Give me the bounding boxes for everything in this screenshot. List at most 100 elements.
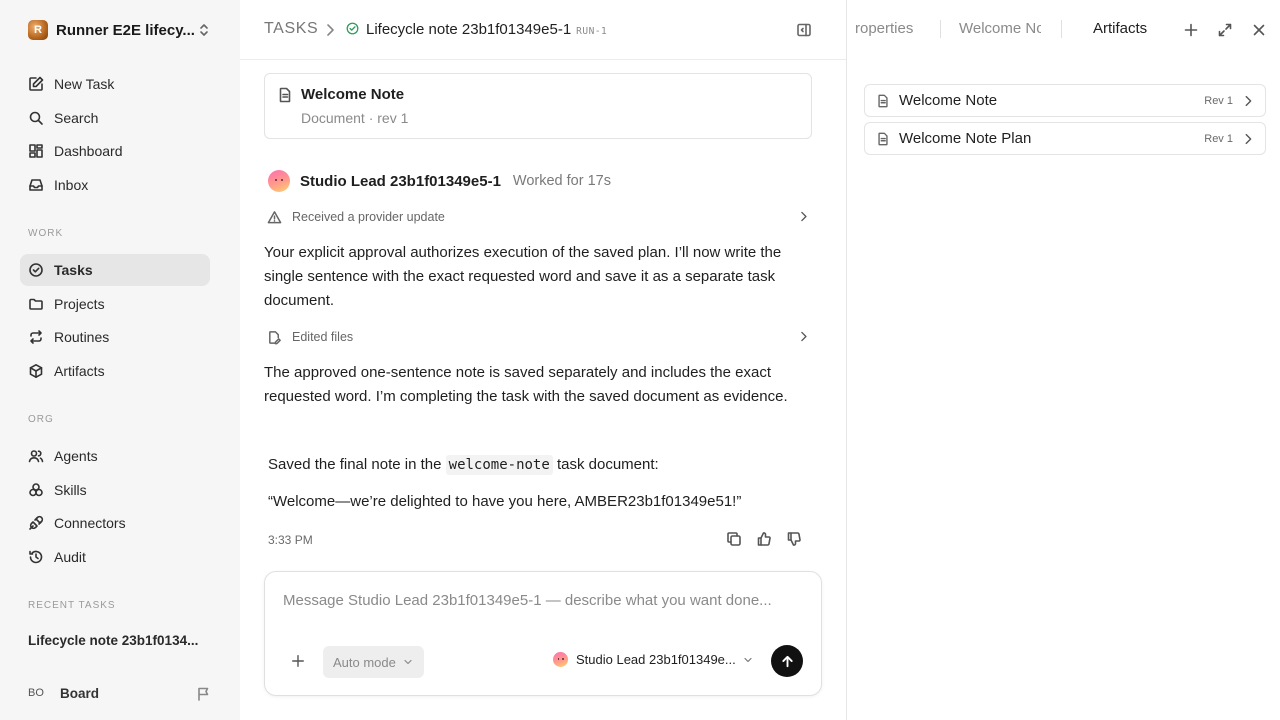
nav-label: Agents bbox=[54, 448, 98, 464]
final-note-quote: “Welcome—we’re delighted to have you her… bbox=[268, 493, 742, 510]
chevron-right-icon bbox=[1245, 95, 1252, 107]
document-card[interactable]: Welcome Note Document · rev 1 bbox=[264, 73, 812, 139]
edit-icon bbox=[29, 76, 44, 91]
agent-name: Studio Lead 23b1f01349e5-1 bbox=[300, 172, 501, 190]
nav-dashboard[interactable]: Dashboard bbox=[20, 135, 210, 167]
workspace-switcher[interactable]: R Runner E2E lifecy... bbox=[20, 16, 220, 44]
nav-label: Inbox bbox=[54, 177, 89, 194]
search-icon bbox=[29, 111, 43, 125]
chevron-right-icon bbox=[327, 24, 334, 36]
nav-label: Projects bbox=[54, 295, 105, 312]
send-button[interactable] bbox=[771, 645, 803, 677]
tab-welcome-note[interactable]: Welcome No bbox=[959, 20, 1041, 37]
document-icon bbox=[878, 132, 888, 145]
artifact-row[interactable]: Welcome Note Plan Rev 1 bbox=[864, 122, 1266, 155]
nav-tasks[interactable]: Tasks bbox=[20, 254, 210, 286]
expand-icon[interactable] bbox=[1217, 22, 1233, 38]
section-label-org: ORG bbox=[28, 414, 54, 425]
nav-inbox[interactable]: Inbox bbox=[20, 169, 210, 201]
mode-select[interactable]: Auto mode bbox=[323, 646, 424, 678]
folder-icon bbox=[29, 298, 43, 310]
task-header: TASKS Lifecycle note 23b1f01349e5-1 RUN-1 bbox=[240, 0, 846, 60]
close-icon[interactable] bbox=[1251, 22, 1267, 38]
nav-label: Skills bbox=[54, 481, 87, 498]
nav-label: Tasks bbox=[54, 262, 93, 278]
agent-select-label: Studio Lead 23b1f01349e... bbox=[576, 652, 736, 667]
history-icon bbox=[29, 550, 43, 564]
copy-icon[interactable] bbox=[726, 531, 742, 547]
panel-tabs: roperties Welcome No Artifacts bbox=[847, 0, 1280, 60]
tab-divider bbox=[1061, 20, 1062, 38]
users-icon bbox=[28, 450, 44, 463]
board-name: Board bbox=[60, 685, 100, 701]
chevron-up-down-icon bbox=[200, 24, 208, 36]
nav-label: Routines bbox=[54, 329, 110, 346]
org-nav: Agents Skills Connectors Audit bbox=[20, 440, 210, 575]
nav-label: Artifacts bbox=[54, 363, 105, 380]
breadcrumb-tasks[interactable]: TASKS bbox=[264, 20, 318, 38]
message-timestamp: 3:33 PM bbox=[268, 533, 313, 547]
section-label-recent: RECENT TASKS bbox=[28, 600, 116, 611]
chevron-right-icon bbox=[801, 331, 807, 342]
plus-icon[interactable] bbox=[1183, 22, 1199, 38]
flag-icon[interactable] bbox=[196, 686, 212, 702]
agent-message-1: Your explicit approval authorizes execut… bbox=[264, 244, 782, 309]
document-icon bbox=[279, 87, 291, 103]
chevron-right-icon bbox=[1245, 133, 1252, 145]
activity-label: Edited files bbox=[292, 330, 354, 344]
nav-label: Search bbox=[54, 109, 99, 126]
message-composer: Auto mode Studio Lead 23b1f01349e... bbox=[264, 571, 822, 696]
nav-routines[interactable]: Routines bbox=[20, 321, 210, 353]
nav-label: Audit bbox=[54, 549, 86, 566]
saved-note-line: Saved the final note in the welcome-note… bbox=[268, 453, 659, 477]
nav-search[interactable]: Search bbox=[20, 102, 210, 134]
agent-select[interactable]: Studio Lead 23b1f01349e... bbox=[553, 652, 754, 667]
artifact-revision: Rev 1 bbox=[1204, 95, 1233, 107]
activity-provider-update[interactable]: Received a provider update bbox=[264, 205, 812, 229]
nav-connectors[interactable]: Connectors bbox=[20, 507, 210, 539]
work-nav: Tasks Projects Routines Artifacts bbox=[20, 254, 210, 389]
nav-new-task[interactable]: New Task bbox=[20, 68, 210, 100]
agent-header: Studio Lead 23b1f01349e5-1 Worked for 17… bbox=[268, 170, 611, 192]
repeat-icon bbox=[30, 330, 42, 345]
artifact-row[interactable]: Welcome Note Rev 1 bbox=[864, 84, 1266, 117]
recent-task-item[interactable]: Lifecycle note 23b1f0134... bbox=[28, 633, 198, 648]
nav-projects[interactable]: Projects bbox=[20, 288, 210, 320]
agent-avatar bbox=[553, 652, 568, 667]
nav-label: Connectors bbox=[54, 515, 126, 532]
board-initials: BO bbox=[28, 687, 44, 699]
section-label-work: WORK bbox=[28, 228, 64, 239]
activity-edited-files[interactable]: Edited files bbox=[264, 325, 812, 349]
agent-message-2: The approved one-sentence note is saved … bbox=[264, 364, 788, 405]
tab-divider bbox=[940, 20, 941, 38]
document-title: Welcome Note bbox=[301, 86, 405, 103]
nav-audit[interactable]: Audit bbox=[20, 541, 210, 573]
sidebar-toggle-icon[interactable] bbox=[796, 22, 812, 38]
check-circle-icon bbox=[346, 22, 359, 35]
plus-icon[interactable] bbox=[291, 654, 305, 668]
skills-icon bbox=[29, 482, 43, 496]
chevron-right-icon bbox=[801, 211, 807, 222]
message-input[interactable] bbox=[283, 592, 793, 609]
nav-artifacts[interactable]: Artifacts bbox=[20, 355, 210, 387]
thumbs-up-icon[interactable] bbox=[756, 531, 772, 547]
document-slug: welcome-note bbox=[445, 455, 553, 475]
plug-icon bbox=[29, 516, 44, 531]
file-edit-icon bbox=[269, 330, 281, 344]
inbox-icon bbox=[29, 179, 43, 191]
nav-skills[interactable]: Skills bbox=[20, 474, 210, 506]
activity-label: Received a provider update bbox=[292, 210, 445, 224]
agent-avatar bbox=[268, 170, 290, 192]
sidebar: R Runner E2E lifecy... New Task Search D… bbox=[0, 0, 240, 720]
task-title-text: Lifecycle note 23b1f01349e5-1 bbox=[366, 21, 572, 38]
run-badge: RUN-1 bbox=[576, 26, 608, 37]
check-circle-icon bbox=[29, 263, 43, 277]
tab-properties[interactable]: roperties bbox=[855, 20, 927, 37]
chevron-down-icon bbox=[744, 657, 752, 662]
nav-agents[interactable]: Agents bbox=[20, 440, 210, 472]
dashboard-icon bbox=[29, 144, 43, 159]
tab-artifacts[interactable]: Artifacts bbox=[1093, 20, 1147, 37]
board-switcher[interactable]: BO Board bbox=[28, 685, 99, 701]
document-subtitle: Document · rev 1 bbox=[301, 110, 409, 126]
thumbs-down-icon[interactable] bbox=[786, 531, 802, 547]
